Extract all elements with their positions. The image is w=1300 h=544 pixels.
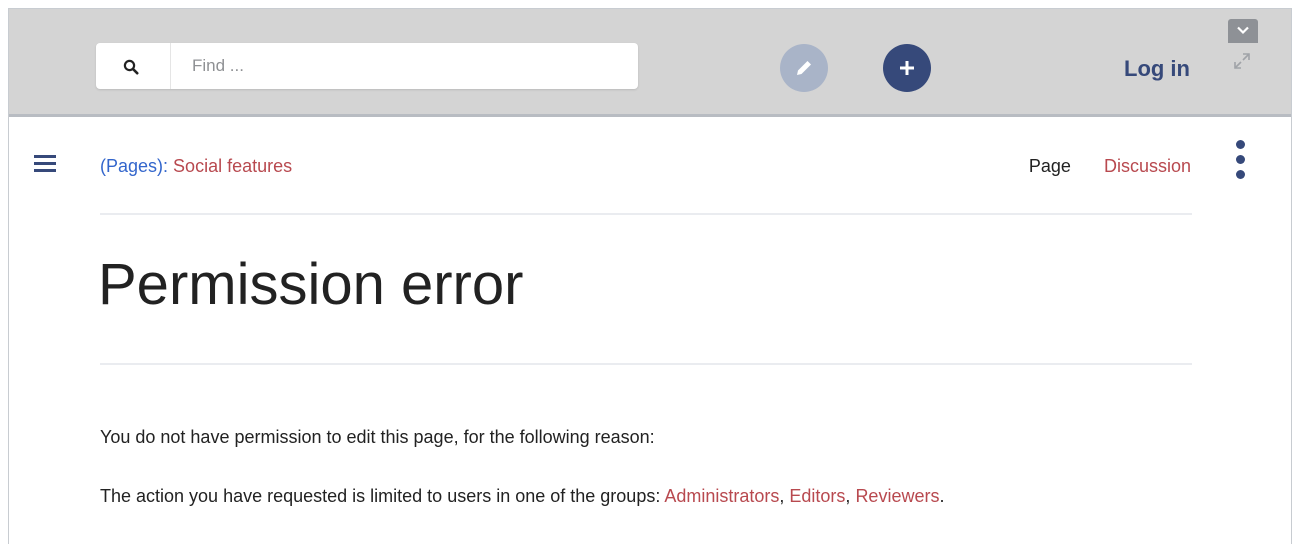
login-link[interactable]: Log in (1124, 56, 1190, 82)
hamburger-menu-icon[interactable] (34, 155, 56, 172)
permission-reason-text: You do not have permission to edit this … (100, 427, 655, 447)
more-vertical-icon[interactable] (1236, 140, 1246, 185)
group-link-reviewers[interactable]: Reviewers (855, 486, 939, 506)
header-bar: Log in (9, 9, 1291, 117)
breadcrumb-page-link[interactable]: Social features (173, 156, 292, 176)
sentence-end: . (939, 486, 945, 506)
groups-sentence: The action you have requested is limited… (100, 485, 944, 507)
divider (100, 213, 1192, 215)
page-tabs: Page Discussion (1029, 155, 1191, 177)
group-link-administrators[interactable]: Administrators (664, 486, 779, 506)
collapse-header-button[interactable] (1228, 19, 1258, 43)
group-separator: , (845, 486, 856, 506)
groups-sentence-text: The action you have requested is limited… (100, 486, 665, 506)
pencil-icon (797, 61, 811, 75)
divider (100, 363, 1192, 365)
expand-icon[interactable] (1232, 51, 1252, 76)
page-frame: Log in (Pages): Social features Page Dis… (8, 8, 1292, 544)
chevron-down-icon (1237, 26, 1249, 35)
breadcrumb-namespace-link[interactable]: (Pages): (100, 156, 168, 176)
tab-discussion[interactable]: Discussion (1104, 156, 1191, 176)
group-link-editors[interactable]: Editors (789, 486, 845, 506)
search-icon[interactable] (96, 43, 171, 89)
search-input[interactable] (180, 43, 632, 89)
group-separator: , (779, 486, 790, 506)
tab-page[interactable]: Page (1029, 156, 1071, 176)
edit-button[interactable] (780, 44, 828, 92)
breadcrumb: (Pages): Social features (100, 155, 292, 177)
plus-icon (900, 61, 914, 75)
page-title: Permission error (98, 252, 524, 317)
search-box[interactable] (96, 43, 638, 89)
add-button[interactable] (883, 44, 931, 92)
